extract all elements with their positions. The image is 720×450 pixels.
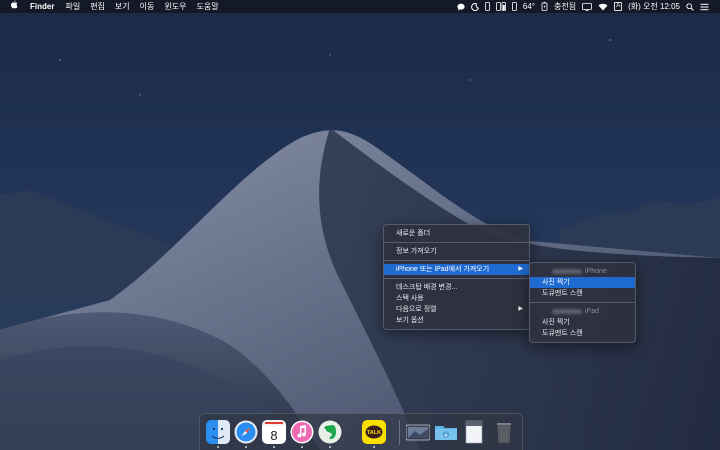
menu-item-use-stacks[interactable]: 스택 사용 xyxy=(384,293,529,304)
battery-icon[interactable] xyxy=(538,2,551,11)
menu-item-get-info[interactable]: 정보 가져오기 xyxy=(384,246,529,257)
menu-go[interactable]: 이동 xyxy=(135,0,160,13)
wifi-icon[interactable] xyxy=(595,3,611,11)
calendar-icon[interactable]: 8 xyxy=(262,420,286,444)
input-source-icon[interactable]: A xyxy=(611,2,625,11)
menu-item-change-background[interactable]: 데스크탑 배경 변경... xyxy=(384,282,529,293)
submenu-item-take-photo-ipad[interactable]: 사진 찍기 xyxy=(530,317,635,328)
device-phone-icon[interactable] xyxy=(509,2,520,11)
notification-center-icon[interactable] xyxy=(697,3,712,11)
menu-item-label: iPhone 또는 iPad에서 가져오기 xyxy=(396,266,490,273)
menu-edit[interactable]: 편집 xyxy=(85,0,110,13)
menu-item-import-from-iphone[interactable]: iPhone 또는 iPad에서 가져오기 ▶ xyxy=(384,264,529,275)
screen-capture-icon[interactable] xyxy=(406,420,430,444)
desktop-context-menu: 새로운 폴더 정보 가져오기 iPhone 또는 iPad에서 가져오기 ▶ 데… xyxy=(383,224,530,330)
redacted-device-name xyxy=(552,308,582,314)
spotlight-search-icon[interactable] xyxy=(683,2,697,11)
charging-status[interactable]: 충전됨 xyxy=(551,0,579,13)
evernote-icon[interactable] xyxy=(318,420,342,444)
submenu-arrow-icon: ▶ xyxy=(518,266,523,272)
submenu-arrow-icon: ▶ xyxy=(518,306,523,312)
finder-icon[interactable] xyxy=(206,420,230,444)
svg-text:8: 8 xyxy=(270,428,277,443)
running-indicator xyxy=(301,446,303,448)
menu-window[interactable]: 윈도우 xyxy=(159,0,191,13)
submenu-header-iphone: iPhone xyxy=(530,266,635,277)
phone-icon[interactable] xyxy=(482,2,493,11)
menu-separator xyxy=(384,260,529,261)
document-icon[interactable] xyxy=(462,420,486,444)
menu-separator xyxy=(384,242,529,243)
itunes-icon[interactable] xyxy=(290,420,314,444)
kakaotalk-icon[interactable]: TALK xyxy=(362,420,386,444)
redacted-device-name xyxy=(552,268,582,274)
menu-file[interactable]: 파일 xyxy=(60,0,85,13)
menu-separator xyxy=(384,278,529,279)
apple-menu-icon[interactable] xyxy=(0,0,25,13)
running-indicator xyxy=(217,446,219,448)
submenu-item-scan-documents-ipad[interactable]: 도큐멘트 스캔 xyxy=(530,328,635,339)
temperature-text[interactable]: 64° xyxy=(520,0,538,13)
trash-icon[interactable] xyxy=(492,420,516,444)
messages-icon[interactable] xyxy=(454,3,468,11)
svg-text:TALK: TALK xyxy=(367,430,381,436)
menu-item-view-options[interactable]: 보기 옵션 xyxy=(384,315,529,326)
device-battery-icon[interactable] xyxy=(493,2,509,11)
running-indicator xyxy=(373,446,375,448)
downloads-folder-icon[interactable] xyxy=(434,420,458,444)
running-indicator xyxy=(329,446,331,448)
menu-app-name[interactable]: Finder xyxy=(25,0,60,13)
menu-bar: Finder 파일 편집 보기 이동 윈도우 도움말 64° 충전됨 A (화)… xyxy=(0,0,720,13)
menu-item-label: 다음으로 정렬 xyxy=(396,306,437,313)
desktop-wallpaper[interactable] xyxy=(0,0,720,450)
running-indicator xyxy=(245,446,247,448)
menu-view[interactable]: 보기 xyxy=(110,0,135,13)
menu-help[interactable]: 도움말 xyxy=(191,0,223,13)
import-submenu: iPhone 사진 찍기 도큐멘트 스캔 iPad 사진 찍기 도큐멘트 스캔 xyxy=(529,262,636,343)
dnd-moon-icon[interactable] xyxy=(468,2,482,11)
menu-separator xyxy=(530,302,635,303)
submenu-item-scan-documents[interactable]: 도큐멘트 스캔 xyxy=(530,288,635,299)
dock: 8 TALK xyxy=(199,413,523,450)
dock-separator xyxy=(399,420,400,445)
display-icon[interactable] xyxy=(579,2,595,11)
clock-text[interactable]: (화) 오전 12:05 xyxy=(625,0,683,13)
menu-item-sort-by[interactable]: 다음으로 정렬 ▶ xyxy=(384,304,529,315)
submenu-item-take-photo[interactable]: 사진 찍기 xyxy=(530,277,635,288)
submenu-header-ipad: iPad xyxy=(530,306,635,317)
running-indicator xyxy=(273,446,275,448)
menu-item-new-folder[interactable]: 새로운 폴더 xyxy=(384,228,529,239)
safari-icon[interactable] xyxy=(234,420,258,444)
